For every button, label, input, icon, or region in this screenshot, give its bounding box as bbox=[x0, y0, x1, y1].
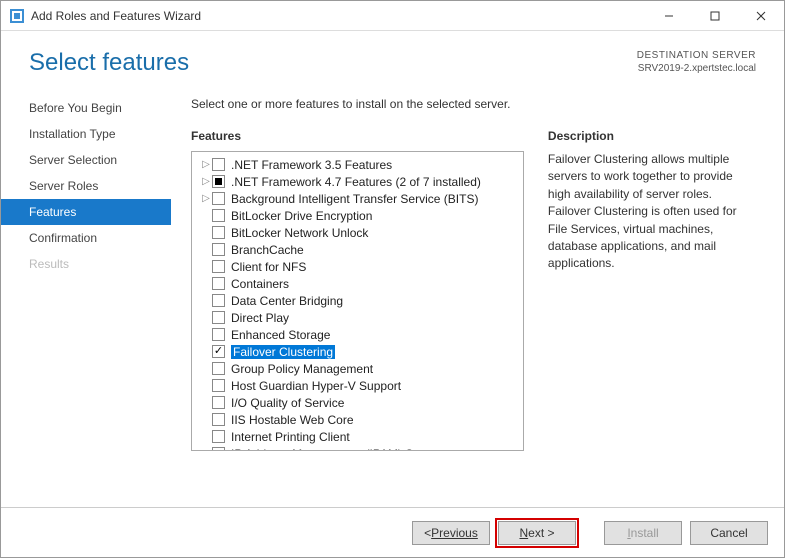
feature-checkbox[interactable] bbox=[212, 226, 225, 239]
window-controls bbox=[646, 1, 784, 31]
feature-label: Background Intelligent Transfer Service … bbox=[231, 192, 478, 206]
install-button[interactable]: Install bbox=[604, 521, 682, 545]
feature-row[interactable]: Direct Play bbox=[192, 309, 523, 326]
feature-label: Failover Clustering bbox=[231, 345, 335, 359]
feature-row[interactable]: Failover Clustering bbox=[192, 343, 523, 360]
window-title: Add Roles and Features Wizard bbox=[31, 9, 646, 23]
feature-label: IIS Hostable Web Core bbox=[231, 413, 354, 427]
feature-row[interactable]: IP Address Management (IPAM) Server bbox=[192, 445, 523, 451]
feature-checkbox[interactable] bbox=[212, 345, 225, 358]
feature-checkbox[interactable] bbox=[212, 311, 225, 324]
feature-row[interactable]: Data Center Bridging bbox=[192, 292, 523, 309]
sidebar-item-features[interactable]: Features bbox=[1, 199, 171, 225]
feature-label: Client for NFS bbox=[231, 260, 306, 274]
feature-row[interactable]: I/O Quality of Service bbox=[192, 394, 523, 411]
sidebar-item-results: Results bbox=[1, 251, 171, 277]
feature-label: Direct Play bbox=[231, 311, 289, 325]
feature-row[interactable]: Internet Printing Client bbox=[192, 428, 523, 445]
expand-arrow-icon[interactable]: ▷ bbox=[200, 176, 212, 187]
app-icon bbox=[9, 8, 25, 24]
sidebar: Before You BeginInstallation TypeServer … bbox=[1, 87, 171, 507]
destination-server: SRV2019-2.xpertstec.local bbox=[637, 62, 756, 75]
feature-checkbox[interactable] bbox=[212, 209, 225, 222]
feature-label: Data Center Bridging bbox=[231, 294, 343, 308]
titlebar: Add Roles and Features Wizard bbox=[1, 1, 784, 31]
feature-row[interactable]: Client for NFS bbox=[192, 258, 523, 275]
page-title: Select features bbox=[29, 49, 189, 77]
feature-label: Internet Printing Client bbox=[231, 430, 350, 444]
wizard-body: Select features DESTINATION SERVER SRV20… bbox=[1, 31, 784, 557]
sidebar-item-server-selection[interactable]: Server Selection bbox=[1, 147, 171, 173]
feature-checkbox[interactable] bbox=[212, 175, 225, 188]
feature-row[interactable]: IIS Hostable Web Core bbox=[192, 411, 523, 428]
feature-checkbox[interactable] bbox=[212, 277, 225, 290]
feature-checkbox[interactable] bbox=[212, 328, 225, 341]
instruction-text: Select one or more features to install o… bbox=[191, 97, 524, 111]
content-area: Before You BeginInstallation TypeServer … bbox=[1, 87, 784, 507]
feature-row[interactable]: Containers bbox=[192, 275, 523, 292]
destination-label: DESTINATION SERVER bbox=[637, 49, 756, 62]
feature-label: Enhanced Storage bbox=[231, 328, 330, 342]
feature-row[interactable]: ▷ Background Intelligent Transfer Service… bbox=[192, 190, 523, 207]
feature-row[interactable]: Host Guardian Hyper-V Support bbox=[192, 377, 523, 394]
feature-row[interactable]: ▷ .NET Framework 3.5 Features bbox=[192, 156, 523, 173]
minimize-button[interactable] bbox=[646, 1, 692, 31]
expand-arrow-icon[interactable]: ▷ bbox=[200, 193, 212, 204]
previous-button[interactable]: < Previous bbox=[412, 521, 490, 545]
feature-label: .NET Framework 3.5 Features bbox=[231, 158, 392, 172]
maximize-button[interactable] bbox=[692, 1, 738, 31]
features-label: Features bbox=[191, 129, 524, 143]
feature-label: Host Guardian Hyper-V Support bbox=[231, 379, 401, 393]
feature-row[interactable]: BitLocker Network Unlock bbox=[192, 224, 523, 241]
feature-row[interactable]: BitLocker Drive Encryption bbox=[192, 207, 523, 224]
feature-checkbox[interactable] bbox=[212, 158, 225, 171]
wizard-window: Add Roles and Features Wizard Select fea… bbox=[0, 0, 785, 558]
sidebar-item-server-roles[interactable]: Server Roles bbox=[1, 173, 171, 199]
feature-label: IP Address Management (IPAM) Server bbox=[231, 447, 441, 452]
destination-info: DESTINATION SERVER SRV2019-2.xpertstec.l… bbox=[637, 49, 756, 75]
feature-label: Containers bbox=[231, 277, 289, 291]
feature-label: Group Policy Management bbox=[231, 362, 373, 376]
main-panel: Select one or more features to install o… bbox=[171, 87, 784, 507]
feature-checkbox[interactable] bbox=[212, 396, 225, 409]
feature-checkbox[interactable] bbox=[212, 430, 225, 443]
sidebar-item-installation-type[interactable]: Installation Type bbox=[1, 121, 171, 147]
sidebar-item-confirmation[interactable]: Confirmation bbox=[1, 225, 171, 251]
header-area: Select features DESTINATION SERVER SRV20… bbox=[1, 31, 784, 87]
feature-row[interactable]: Enhanced Storage bbox=[192, 326, 523, 343]
expand-arrow-icon[interactable]: ▷ bbox=[200, 159, 212, 170]
feature-checkbox[interactable] bbox=[212, 260, 225, 273]
features-column: Select one or more features to install o… bbox=[191, 97, 524, 507]
feature-checkbox[interactable] bbox=[212, 447, 225, 451]
feature-label: I/O Quality of Service bbox=[231, 396, 344, 410]
sidebar-item-before-you-begin[interactable]: Before You Begin bbox=[1, 95, 171, 121]
description-label: Description bbox=[548, 129, 756, 143]
feature-checkbox[interactable] bbox=[212, 413, 225, 426]
feature-checkbox[interactable] bbox=[212, 362, 225, 375]
feature-row[interactable]: BranchCache bbox=[192, 241, 523, 258]
description-column: . Description Failover Clustering allows… bbox=[548, 97, 756, 507]
close-button[interactable] bbox=[738, 1, 784, 31]
feature-row[interactable]: ▷ .NET Framework 4.7 Features (2 of 7 ins… bbox=[192, 173, 523, 190]
footer: < Previous Next > Install Cancel bbox=[1, 507, 784, 557]
feature-checkbox[interactable] bbox=[212, 243, 225, 256]
features-listbox[interactable]: ▷ .NET Framework 3.5 Features ▷ .NET Framew… bbox=[191, 151, 524, 451]
cancel-button[interactable]: Cancel bbox=[690, 521, 768, 545]
feature-label: BitLocker Drive Encryption bbox=[231, 209, 372, 223]
feature-checkbox[interactable] bbox=[212, 294, 225, 307]
feature-row[interactable]: Group Policy Management bbox=[192, 360, 523, 377]
description-text: Failover Clustering allows multiple serv… bbox=[548, 151, 756, 273]
feature-checkbox[interactable] bbox=[212, 192, 225, 205]
feature-label: BranchCache bbox=[231, 243, 304, 257]
feature-label: .NET Framework 4.7 Features (2 of 7 inst… bbox=[231, 175, 481, 189]
feature-label: BitLocker Network Unlock bbox=[231, 226, 368, 240]
feature-checkbox[interactable] bbox=[212, 379, 225, 392]
next-button[interactable]: Next > bbox=[498, 521, 576, 545]
